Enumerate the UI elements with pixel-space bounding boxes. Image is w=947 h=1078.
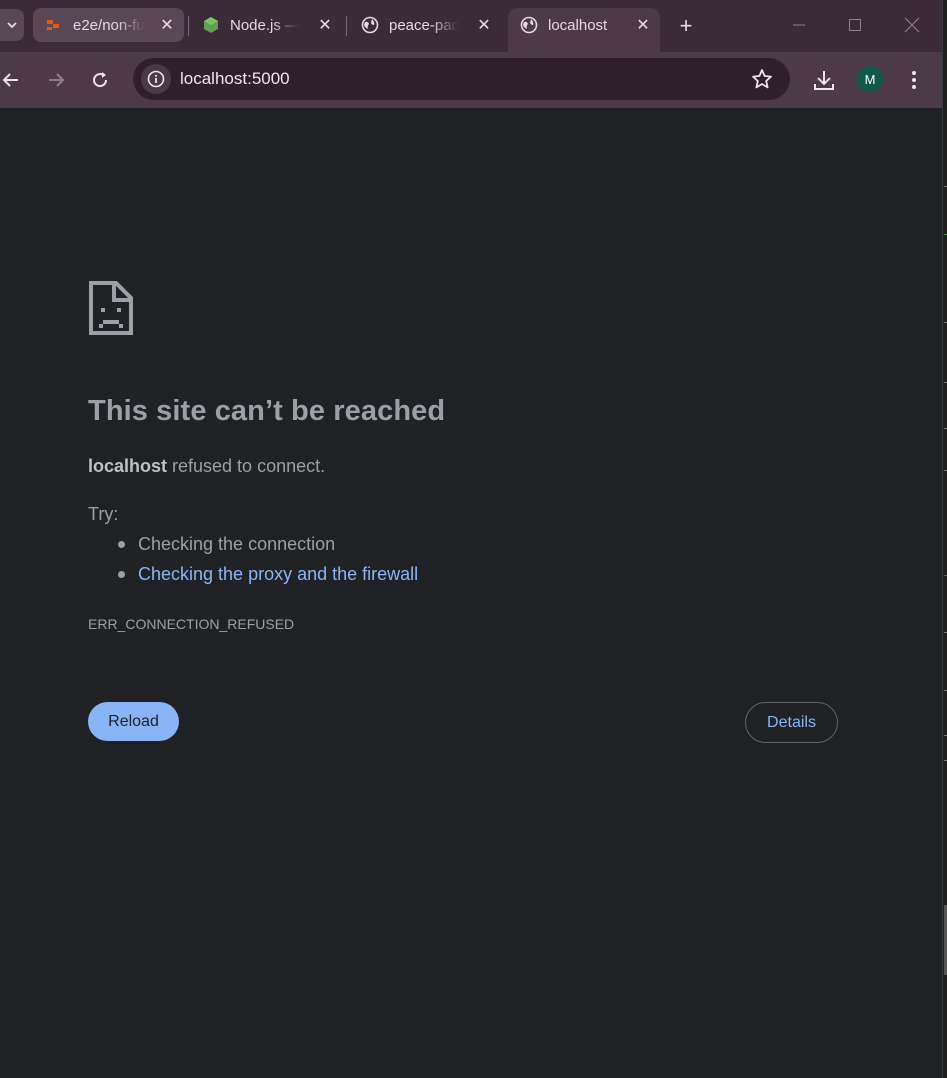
back-button[interactable]	[0, 64, 27, 96]
maximize-icon	[849, 19, 861, 31]
site-info-button[interactable]	[141, 64, 171, 94]
error-host: localhost	[88, 456, 168, 476]
reload-toolbar-button[interactable]	[84, 64, 116, 96]
address-bar[interactable]: localhost:5000	[133, 58, 790, 100]
tab-search-button[interactable]	[0, 9, 24, 41]
globe-icon	[520, 16, 538, 34]
download-icon	[814, 71, 834, 90]
forward-button[interactable]	[40, 64, 72, 96]
profile-avatar[interactable]: M	[857, 66, 883, 92]
error-code: ERR_CONNECTION_REFUSED	[88, 616, 295, 632]
try-label: Try:	[88, 504, 119, 524]
close-window-button[interactable]	[897, 10, 927, 40]
details-button[interactable]: Details	[745, 702, 838, 743]
sad-document-icon	[89, 281, 133, 335]
close-icon[interactable]: ✕	[158, 16, 176, 34]
tab-strip: e2e/non-fu ✕ Node.js — ✕ peace-pad ✕ loc…	[0, 0, 947, 52]
chevron-down-icon	[7, 22, 17, 29]
suggestions-list: Checking the connection Checking the pro…	[88, 534, 418, 594]
tab-title: peace-pad	[389, 17, 459, 34]
background-window-edge	[942, 0, 947, 1078]
minimize-button[interactable]	[784, 10, 814, 40]
gitlab-icon	[45, 16, 63, 34]
more-vertical-icon	[912, 71, 916, 89]
tab-title: e2e/non-fu	[73, 17, 145, 34]
close-icon[interactable]: ✕	[316, 16, 334, 34]
reload-button[interactable]: Reload	[88, 702, 179, 741]
new-tab-button[interactable]: +	[672, 12, 700, 40]
error-description: localhost refused to connect.	[88, 456, 325, 477]
tab-peace-pad[interactable]: peace-pad ✕	[349, 8, 501, 42]
browser-menu-button[interactable]	[898, 64, 930, 96]
close-icon	[904, 17, 920, 33]
maximize-button[interactable]	[840, 10, 870, 40]
globe-icon	[361, 16, 379, 34]
arrow-left-icon	[2, 73, 18, 87]
tab-title: localhost	[548, 17, 608, 34]
address-text[interactable]: localhost:5000	[180, 69, 290, 89]
downloads-button[interactable]	[808, 64, 840, 96]
tab-separator	[346, 16, 347, 36]
minimize-icon	[793, 24, 805, 26]
error-page: This site can’t be reached localhost ref…	[0, 108, 942, 1078]
tab-localhost-active[interactable]: localhost ✕	[508, 8, 660, 52]
plus-icon: +	[679, 13, 693, 38]
browser-toolbar: localhost:5000	[0, 52, 942, 108]
tab-e2e[interactable]: e2e/non-fu ✕	[33, 8, 184, 42]
suggestion-check-proxy-firewall-link[interactable]: Checking the proxy and the firewall	[88, 564, 418, 594]
bookmark-star-icon[interactable]	[750, 67, 774, 91]
error-heading: This site can’t be reached	[88, 395, 446, 427]
info-icon	[147, 70, 165, 88]
arrow-right-icon	[49, 73, 65, 87]
tab-separator	[188, 16, 189, 36]
suggestion-check-connection: Checking the connection	[88, 534, 418, 564]
close-icon[interactable]: ✕	[475, 16, 493, 34]
tab-nodejs[interactable]: Node.js — ✕	[190, 8, 342, 42]
close-icon[interactable]: ✕	[634, 16, 652, 34]
nodejs-icon	[202, 16, 220, 34]
error-description-suffix: refused to connect.	[167, 456, 326, 476]
refresh-icon	[93, 72, 108, 88]
tab-title: Node.js —	[230, 17, 300, 34]
